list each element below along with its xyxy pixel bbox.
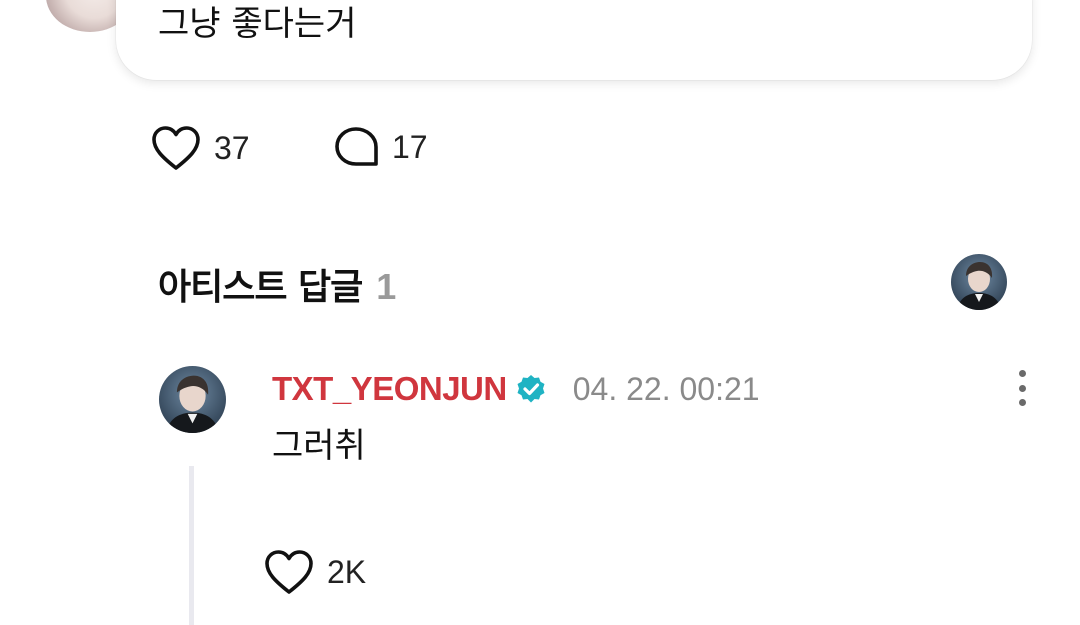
post-comment-button[interactable]: 17 xyxy=(334,126,428,168)
reply-author-avatar[interactable] xyxy=(159,366,226,433)
artist-avatar-image xyxy=(951,254,1007,310)
reply-like-count: 2K xyxy=(327,553,367,590)
comment-text: 그냥 좋다는거 xyxy=(158,4,357,44)
comment-thread-screen: 그냥 좋다는거 37 17 아티스트 답글 1 TXT_YEONJUN 04. … xyxy=(0,0,1080,625)
thread-line xyxy=(189,466,194,625)
more-vertical-icon[interactable] xyxy=(1008,370,1036,406)
reply-timestamp: 04. 22. 00:21 xyxy=(572,370,760,407)
reply-author-avatar-image xyxy=(159,366,226,433)
post-comment-count: 17 xyxy=(392,128,428,165)
heart-outline-icon xyxy=(152,126,200,170)
artist-avatar[interactable] xyxy=(951,254,1007,310)
artist-replies-count: 1 xyxy=(376,266,396,307)
reply-text: 그러취 xyxy=(272,426,366,466)
reply-like-button[interactable]: 2K xyxy=(263,548,366,596)
post-like-button[interactable]: 37 xyxy=(150,124,250,172)
post-like-count: 37 xyxy=(214,129,250,166)
artist-replies-title: 아티스트 답글 xyxy=(158,267,363,308)
reply-author-name[interactable]: TXT_YEONJUN xyxy=(272,370,507,408)
speech-bubble-icon xyxy=(335,127,378,166)
heart-outline-icon xyxy=(265,550,313,594)
artist-replies-heading: 아티스트 답글 1 xyxy=(158,258,396,310)
reply-header: TXT_YEONJUN 04. 22. 00:21 xyxy=(272,366,760,412)
verified-badge-icon xyxy=(515,373,547,405)
